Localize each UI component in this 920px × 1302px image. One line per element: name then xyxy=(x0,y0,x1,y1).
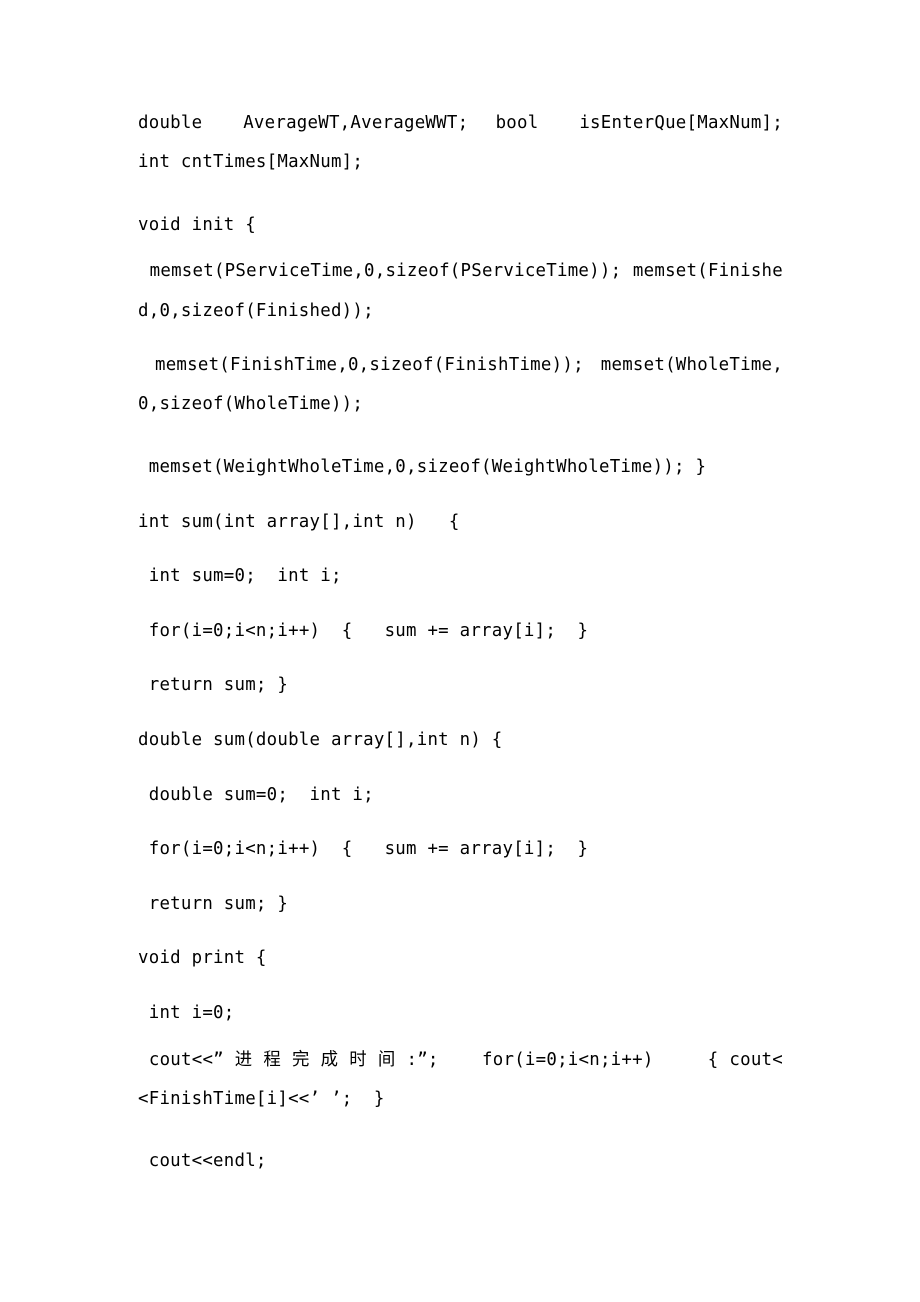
code-listing: double AverageWT,AverageWWT; bool isEnte… xyxy=(138,104,783,1189)
code-line-int-sum-return: return sum; } xyxy=(138,675,289,696)
code-line-int-sum-locals: int sum=0; int i; xyxy=(138,566,342,587)
code-line-void-init-open: void init { xyxy=(138,214,256,235)
code-line-int-sum-for-loop: for(i=0;i<n;i++) { sum += array[i]; } xyxy=(138,620,589,641)
code-line-double-sum-locals: double sum=0; int i; xyxy=(138,784,374,805)
code-line-void-print-open: void print { xyxy=(138,948,267,969)
code-line-int-sum-signature: int sum(int array[],int n) { xyxy=(138,511,460,532)
code-line-memset-weightwholetime: memset(WeightWholeTime,0,sizeof(WeightWh… xyxy=(138,456,707,477)
code-line-print-endl: cout<<endl; xyxy=(138,1151,267,1172)
code-line-double-sum-for-loop: for(i=0;i<n;i++) { sum += array[i]; } xyxy=(138,839,589,860)
code-line-memset-pservicetime-finished: memset(PServiceTime,0,sizeof(PServiceTim… xyxy=(138,261,783,321)
code-line-double-sum-signature: double sum(double array[],int n) { xyxy=(138,729,503,750)
code-line-double-sum-return: return sum; } xyxy=(138,893,289,914)
code-line-declarations: double AverageWT,AverageWWT; bool isEnte… xyxy=(138,113,805,173)
code-line-print-local-i: int i=0; xyxy=(138,1002,235,1023)
code-line-print-finishtime-loop: cout<<” 进 程 完 成 时 间 :”; for(i=0;i<n;i++)… xyxy=(138,1049,783,1109)
document-page: double AverageWT,AverageWWT; bool isEnte… xyxy=(0,0,920,1302)
code-line-memset-finishtime-wholetime: memset(FinishTime,0,sizeof(FinishTime));… xyxy=(138,355,783,415)
